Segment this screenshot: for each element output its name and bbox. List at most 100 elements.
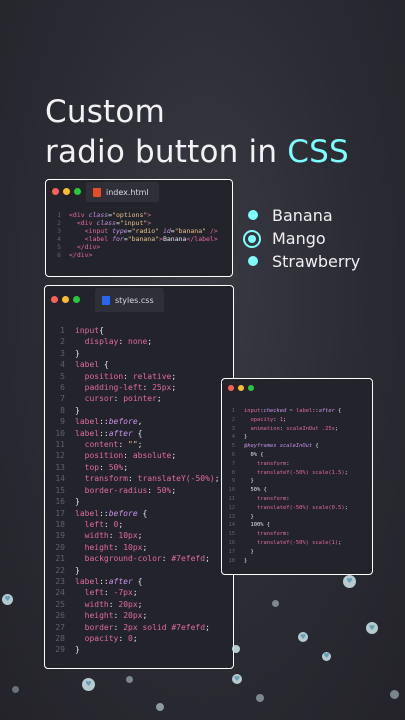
heart-bubble-icon: ♥ xyxy=(82,678,95,691)
code-line: 1 <div class="options"> xyxy=(52,211,232,219)
html5-icon xyxy=(93,187,101,197)
animation-code-window: 1 input:checked ~ label::after {2 opacity… xyxy=(221,378,373,575)
minimize-dot[interactable] xyxy=(63,187,70,195)
headline-prefix: radio button in xyxy=(45,134,288,170)
code-line: 26 height: 20px; xyxy=(53,610,233,621)
radio-label: Strawberry xyxy=(272,252,361,271)
css-code-block: 1 input{2 display: none; 3} 4 label {5 posit… xyxy=(45,312,233,656)
line-number: 14 xyxy=(55,474,65,484)
line-number: 15 xyxy=(55,485,65,495)
code-line: 2 opacity: 1; xyxy=(228,416,372,425)
code-line: 3 animation: scaleInOut .25s; xyxy=(228,425,372,434)
code-line: 18 left: 0; xyxy=(53,519,233,530)
code-line: 10 label::after { xyxy=(53,428,233,439)
heart-bubble-icon xyxy=(256,694,264,702)
line-number: 2 xyxy=(60,337,65,347)
radio-option-mango[interactable]: Mango xyxy=(243,227,360,250)
radio-demo: Banana Mango Strawberry xyxy=(243,204,360,273)
code-text: background-color: #7efefd; xyxy=(84,554,210,564)
line-number: 17 xyxy=(228,548,236,555)
code-line: 6 </div> xyxy=(52,251,232,259)
code-line: 5 position: relative; xyxy=(53,371,233,382)
code-line: 8} xyxy=(53,405,233,416)
line-number: 12 xyxy=(55,451,65,461)
maximize-dot[interactable] xyxy=(74,187,81,195)
code-line: 13 } xyxy=(228,513,372,522)
code-text: display: none; xyxy=(84,337,153,347)
code-line: 9 } xyxy=(228,477,372,486)
radio-option-banana[interactable]: Banana xyxy=(243,204,360,227)
heart-bubble-icon xyxy=(126,676,133,683)
minimize-dot[interactable] xyxy=(62,295,69,303)
close-dot[interactable] xyxy=(52,187,59,195)
code-text: } xyxy=(244,557,248,564)
code-text: animation: scaleInOut .25s; xyxy=(250,425,339,432)
maximize-dot[interactable] xyxy=(248,385,254,391)
radio-dot-icon xyxy=(248,210,258,220)
line-number: 7 xyxy=(231,460,235,467)
line-number: 8 xyxy=(60,405,65,415)
code-line: 6 padding-left: 25px; xyxy=(53,382,233,393)
tab-styles-css[interactable]: styles.css xyxy=(95,288,164,312)
code-text: 0% { xyxy=(244,451,264,458)
code-text: width: 20px; xyxy=(84,599,143,609)
code-line: 5 </div> xyxy=(52,243,232,251)
line-number: 19 xyxy=(55,531,65,541)
code-text: label::before { xyxy=(75,508,148,518)
code-text: <label for="banana">Banana</label> xyxy=(84,235,218,243)
maximize-dot[interactable] xyxy=(73,295,80,303)
code-text: } xyxy=(244,434,248,441)
line-number: 13 xyxy=(228,513,236,520)
code-text: border: 2px solid #7efefd; xyxy=(84,622,210,632)
tab-label: index.html xyxy=(106,187,149,197)
line-number: 6 xyxy=(57,251,61,259)
radio-option-strawberry[interactable]: Strawberry xyxy=(243,250,360,273)
line-number: 8 xyxy=(231,469,235,476)
line-number: 9 xyxy=(231,478,235,485)
code-text: opacity: 0; xyxy=(84,633,138,643)
line-number: 2 xyxy=(231,416,235,423)
code-text: transform: xyxy=(256,531,290,538)
line-number: 9 xyxy=(60,417,65,427)
line-number: 23 xyxy=(55,576,65,586)
headline-line-1: Custom xyxy=(45,94,165,130)
code-text: } xyxy=(75,645,80,655)
code-line: 6 0% { xyxy=(228,451,372,460)
code-text: position: relative; xyxy=(84,371,177,381)
line-number: 6 xyxy=(231,451,235,458)
window-titlebar xyxy=(222,379,372,397)
heart-bubble-icon xyxy=(156,703,164,711)
code-text: height: 20px; xyxy=(84,611,148,621)
code-text: 100% { xyxy=(244,522,270,529)
html-code-block: 1 <div class="options"> 2 <div class="inpu… xyxy=(46,202,232,259)
code-line: 7 cursor: pointer; xyxy=(53,393,233,404)
code-text: transform: xyxy=(256,495,290,502)
line-number: 17 xyxy=(55,508,65,518)
heart-bubble-icon xyxy=(12,686,19,693)
code-line: 23 label::after { xyxy=(53,576,233,587)
code-line: 12 position: absolute; xyxy=(53,450,233,461)
close-dot[interactable] xyxy=(51,295,58,303)
code-line: 15 border-radius: 50%; xyxy=(53,485,233,496)
close-dot[interactable] xyxy=(228,385,234,391)
code-line: 24 left: -7px; xyxy=(53,587,233,598)
code-line: 9 label::before, xyxy=(53,416,233,427)
code-line: 27 border: 2px solid #7efefd; xyxy=(53,622,233,633)
code-text: label::after { xyxy=(75,428,143,438)
code-text: width: 10px; xyxy=(84,531,143,541)
line-number: 10 xyxy=(228,487,236,494)
code-line: 4} xyxy=(228,433,372,442)
code-line: 29} xyxy=(53,644,233,655)
code-line: 4 <label for="banana">Banana</label> xyxy=(52,235,232,243)
line-number: 15 xyxy=(228,531,236,538)
minimize-dot[interactable] xyxy=(238,385,244,391)
line-number: 25 xyxy=(55,599,65,609)
window-titlebar: styles.css xyxy=(45,286,233,312)
line-number: 3 xyxy=(57,227,61,235)
tab-index-html[interactable]: index.html xyxy=(86,182,159,202)
heart-bubble-icon xyxy=(272,600,279,607)
heart-bubble-icon: ♥ xyxy=(343,575,356,588)
line-number: 4 xyxy=(231,434,235,441)
line-number: 5 xyxy=(60,371,65,381)
code-text: position: absolute; xyxy=(84,451,177,461)
